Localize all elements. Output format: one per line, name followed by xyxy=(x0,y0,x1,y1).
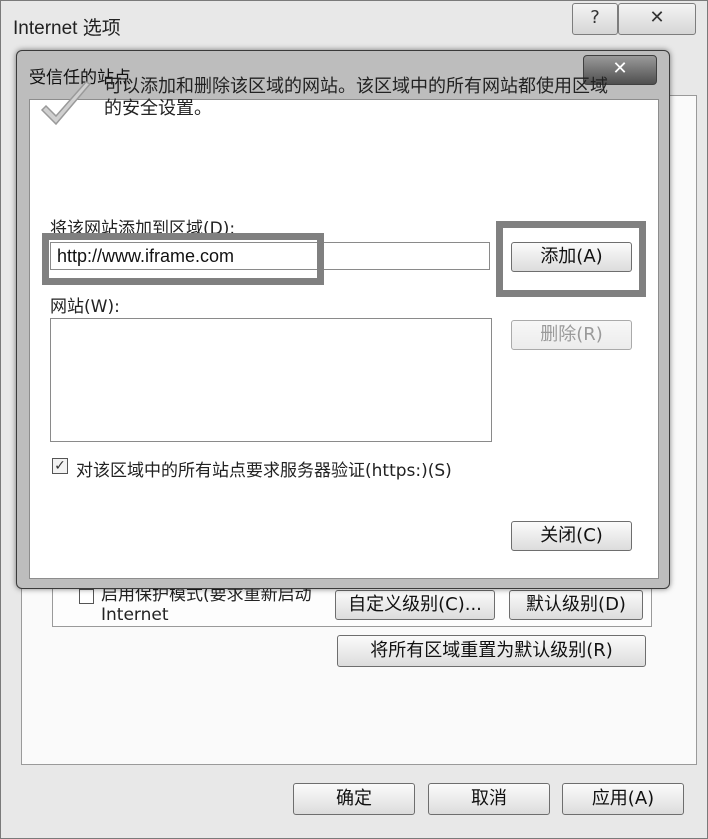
close-icon[interactable]: ✕ xyxy=(618,3,696,35)
protected-mode-checkbox[interactable] xyxy=(79,589,94,604)
websites-list[interactable] xyxy=(50,318,492,442)
window-title: Internet 选项 xyxy=(13,18,121,39)
close-button[interactable]: 关闭(C) xyxy=(511,521,632,551)
protected-mode-label: 启用保护模式(要求重新启动 Internet xyxy=(101,585,312,625)
add-button[interactable]: 添加(A) xyxy=(511,242,632,272)
dialog-description: 可以添加和删除该区域的网站。该区域中的所有网站都使用区域的安全设置。 xyxy=(104,76,608,119)
apply-button[interactable]: 应用(A) xyxy=(562,783,684,815)
https-checkbox-label: 对该区域中的所有站点要求服务器验证(https:)(S) xyxy=(76,461,452,481)
websites-label: 网站(W): xyxy=(50,297,120,317)
default-level-button[interactable]: 默认级别(D) xyxy=(509,590,643,620)
checkmark-icon xyxy=(40,81,92,126)
remove-button[interactable]: 删除(R) xyxy=(511,320,632,350)
reset-all-zones-button[interactable]: 将所有区域重置为默认级别(R) xyxy=(337,635,646,667)
custom-level-button[interactable]: 自定义级别(C)... xyxy=(335,590,495,620)
https-checkbox[interactable]: ✓ xyxy=(52,458,68,474)
add-website-label: 将该网站添加到区域(D): xyxy=(50,219,236,239)
cancel-button[interactable]: 取消 xyxy=(428,783,550,815)
help-icon[interactable]: ? xyxy=(572,3,618,35)
website-url-input[interactable]: http://www.iframe.com xyxy=(50,242,490,270)
ok-button[interactable]: 确定 xyxy=(293,783,415,815)
